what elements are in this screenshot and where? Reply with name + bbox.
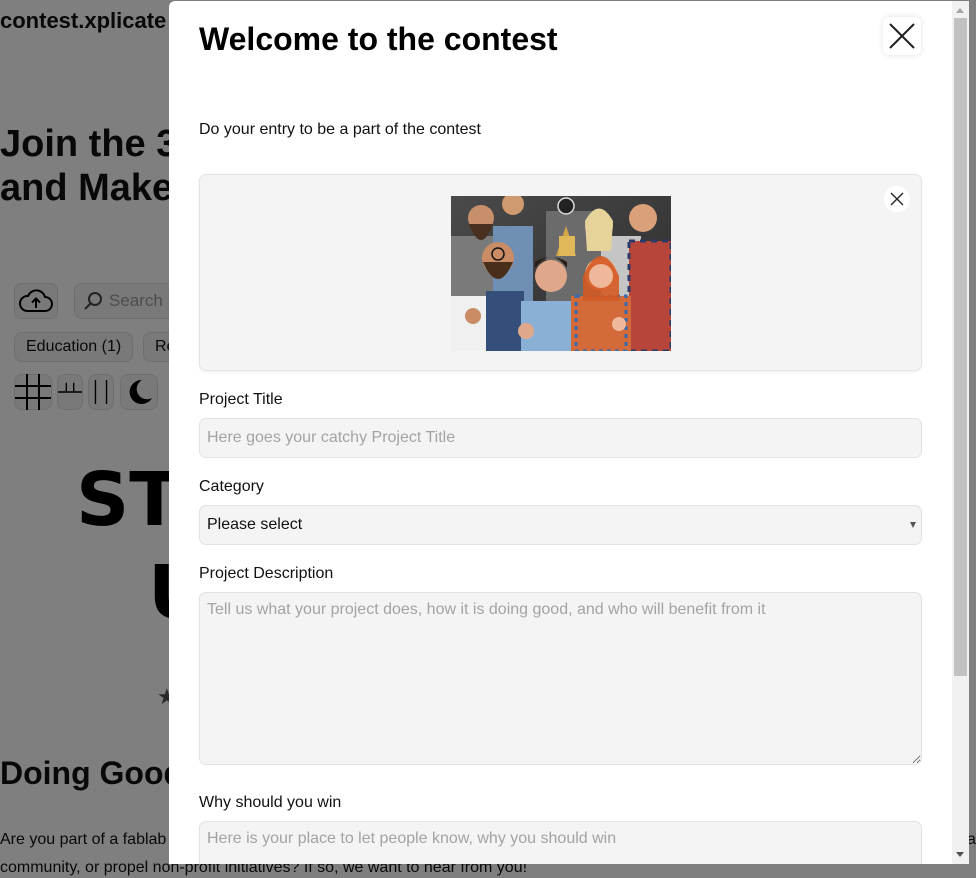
remove-image-button[interactable] [884,186,910,212]
scroll-up-arrow-icon[interactable] [956,8,964,13]
modal-title: Welcome to the contest [199,21,558,57]
close-icon [890,192,904,206]
modal-scrollbar[interactable] [952,1,969,864]
close-icon [889,23,915,49]
category-select[interactable]: Please select [199,505,922,545]
group-photo-image [451,196,671,351]
close-modal-button[interactable] [883,17,921,55]
scrollbar-thumb[interactable] [954,18,967,676]
project-title-label: Project Title [199,391,283,408]
contest-entry-modal: Welcome to the contest Do your entry to … [169,1,969,864]
project-description-textarea[interactable] [199,592,922,765]
why-win-label: Why should you win [199,794,342,811]
chevron-down-icon [910,522,916,528]
modal-content: Welcome to the contest Do your entry to … [169,1,952,864]
category-label: Category [199,478,264,495]
scroll-down-arrow-icon[interactable] [956,852,964,857]
project-title-input[interactable] [199,418,922,458]
modal-intro: Do your entry to be a part of the contes… [199,121,481,138]
image-upload-area[interactable] [199,174,922,371]
why-win-textarea[interactable] [199,821,922,864]
category-selected-value: Please select [207,516,303,533]
uploaded-image-preview [451,196,671,351]
project-description-label: Project Description [199,565,334,582]
